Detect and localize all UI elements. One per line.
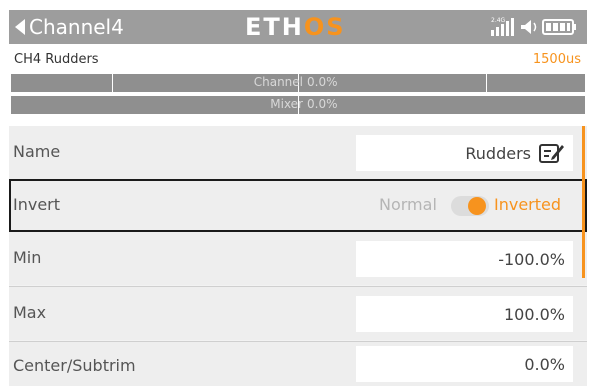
- back-arrow-icon[interactable]: [13, 18, 27, 36]
- name-row: Name Rudders: [9, 126, 587, 179]
- speaker-icon: [521, 20, 537, 34]
- max-value: 100.0%: [503, 305, 565, 324]
- status-icons: 2.4G: [491, 16, 581, 38]
- channel-bar: Channel 0.0%: [11, 74, 585, 92]
- mixer-bar-value: 0.0%: [307, 97, 338, 111]
- top-bar: Channel4 ETHOS 2.4G: [9, 10, 587, 44]
- edit-icon[interactable]: [539, 142, 565, 168]
- channel-bar-label: Channel: [253, 75, 303, 89]
- invert-normal-text: Normal: [379, 195, 437, 214]
- channel-screen: Channel4 ETHOS 2.4G CH4 Rudders 1500us C…: [9, 10, 587, 386]
- mixer-bar: Mixer 0.0%: [11, 96, 585, 114]
- channel-info-panel: CH4 Rudders 1500us Channel 0.0% Mixer 0.…: [9, 44, 587, 126]
- center-value: 0.0%: [524, 355, 565, 374]
- min-value: -100.0%: [498, 250, 565, 269]
- scrollbar[interactable]: [582, 126, 585, 278]
- max-row: Max 100.0%: [9, 287, 587, 340]
- invert-inverted-text: Inverted: [494, 195, 562, 214]
- min-row: Min -100.0%: [9, 232, 587, 285]
- ethos-logo: ETHOS: [245, 13, 346, 41]
- channel-bar-value: 0.0%: [307, 75, 338, 89]
- min-label: Min: [13, 248, 42, 267]
- invert-row: Invert Normal Inverted: [9, 179, 587, 232]
- max-label: Max: [13, 303, 47, 322]
- min-field[interactable]: -100.0%: [356, 241, 573, 277]
- name-field[interactable]: Rudders: [356, 135, 573, 171]
- max-field[interactable]: 100.0%: [356, 296, 573, 332]
- toggle-knob: [468, 197, 486, 215]
- mixer-bar-label: Mixer: [270, 97, 303, 111]
- name-label: Name: [13, 142, 61, 161]
- center-row: Center/Subtrim 0.0%: [9, 342, 587, 386]
- invert-label: Invert: [13, 195, 61, 214]
- invert-toggle[interactable]: [451, 196, 489, 216]
- name-value: Rudders: [465, 144, 531, 163]
- page-title: Channel4: [29, 15, 124, 39]
- channel-name: CH4 Rudders: [14, 52, 99, 67]
- center-label: Center/Subtrim: [13, 356, 136, 375]
- channel-output-value: 1500us: [532, 52, 581, 67]
- svg-text:2.4G: 2.4G: [491, 17, 506, 24]
- battery-icon: [542, 19, 576, 35]
- center-field[interactable]: 0.0%: [356, 346, 573, 382]
